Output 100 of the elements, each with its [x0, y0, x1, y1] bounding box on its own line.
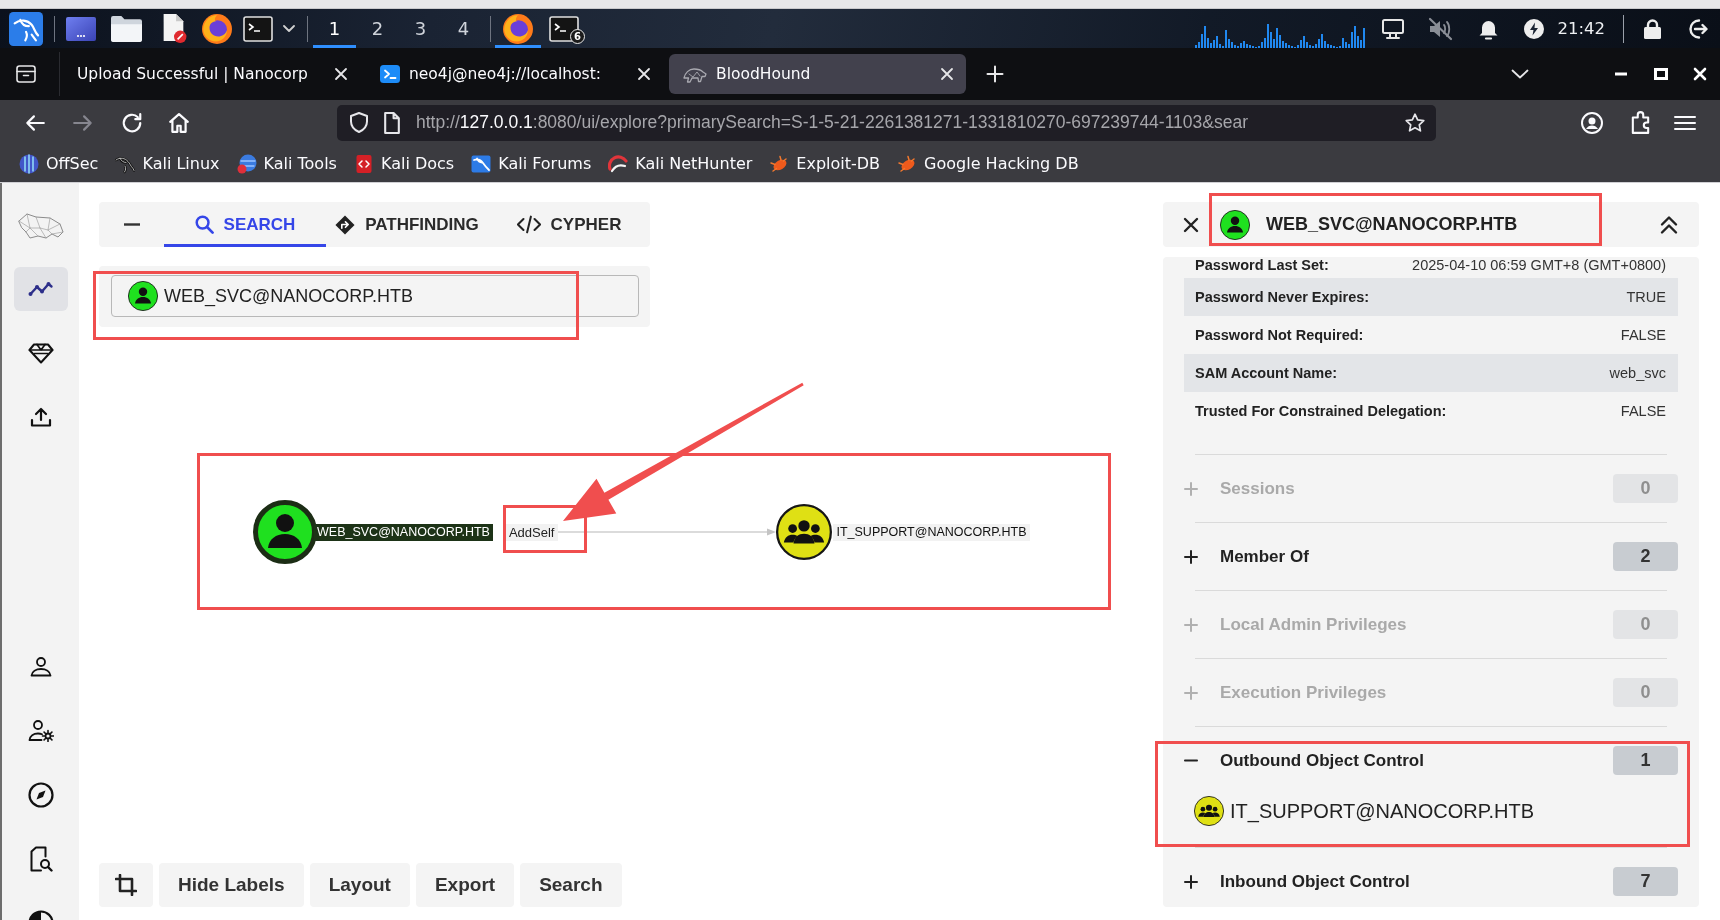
trend-line-icon — [27, 281, 54, 297]
archive-box-icon[interactable] — [16, 65, 36, 83]
section-title[interactable]: Outbound Object Control — [1220, 750, 1424, 771]
star-icon[interactable] — [1405, 112, 1425, 133]
plus-icon[interactable] — [1184, 874, 1198, 889]
lock-icon[interactable] — [1644, 18, 1661, 39]
code-icon — [516, 215, 541, 234]
home-icon[interactable] — [168, 111, 190, 134]
workspace-button[interactable]: 1 — [313, 9, 356, 48]
terminal-icon[interactable] — [243, 15, 273, 42]
count-badge: 1 — [1613, 746, 1678, 775]
toolbar-button[interactable] — [99, 863, 153, 907]
diamond-arrow-icon — [335, 214, 356, 235]
lightning-icon[interactable] — [1524, 18, 1545, 39]
node-name-link[interactable]: IT_SUPPORT@NANOCORP.HTB — [1230, 799, 1535, 823]
property-label: SAM Account Name: — [1195, 364, 1338, 382]
striped-circle-icon — [19, 153, 39, 174]
document-icon[interactable] — [161, 14, 187, 43]
count-badge: 0 — [1613, 610, 1678, 639]
section-title[interactable]: Inbound Object Control — [1220, 871, 1410, 892]
toolbar-button[interactable]: Export — [415, 863, 515, 907]
close-icon[interactable] — [1183, 216, 1199, 233]
gem-icon — [27, 342, 54, 364]
minus-icon[interactable] — [1184, 759, 1198, 762]
toolbar-button[interactable]: Hide Labels — [159, 863, 304, 907]
bookmark-link[interactable]: Kali Linux — [115, 153, 220, 174]
property-label: Password Never Expires: — [1195, 288, 1370, 306]
screen-icon[interactable] — [66, 16, 96, 41]
count-badge: 2 — [1613, 542, 1678, 571]
sidebar-button[interactable] — [13, 267, 68, 311]
search-tab[interactable]: PATHFINDING — [326, 202, 488, 247]
property-value: 2025-04-10 06:59 GMT+8 (GMT+0800) — [1412, 257, 1666, 274]
search-icon — [194, 215, 214, 234]
browser-tab[interactable]: BloodHound — [669, 54, 966, 94]
browser-tab[interactable]: neo4j@neo4j://localhost: — [366, 54, 663, 94]
count-badge: 0 — [1613, 678, 1678, 707]
reload-icon[interactable] — [121, 111, 143, 134]
person-icon — [29, 657, 52, 677]
toolbar-button[interactable]: Search — [520, 863, 622, 907]
folder-icon[interactable] — [111, 15, 142, 42]
puzzle-icon[interactable] — [1631, 111, 1650, 134]
muted-speaker-icon[interactable] — [1428, 16, 1454, 41]
user-icon — [1220, 209, 1250, 240]
bookmark-link[interactable]: Kali NetHunter — [608, 153, 753, 174]
page-icon[interactable] — [384, 111, 400, 134]
workspace-button[interactable]: 3 — [399, 9, 442, 48]
count-badge: 7 — [1613, 867, 1678, 896]
animal-outline-icon — [683, 65, 707, 83]
bug-icon — [769, 153, 790, 174]
bookmark-link[interactable]: Exploit-DB — [769, 153, 881, 174]
toolbar-button[interactable]: Layout — [309, 863, 410, 907]
node-label: WEB_SVC@NANOCORP.HTB — [314, 523, 493, 541]
browser-tab[interactable]: Upload Successful | Nanocorp — [63, 54, 360, 94]
search-field[interactable]: WEB_SVC@NANOCORP.HTB — [111, 275, 639, 317]
bookmark-link[interactable]: Kali Tools — [236, 153, 337, 174]
edge-label: AddSelf — [504, 523, 559, 541]
logout-icon[interactable] — [1686, 17, 1708, 40]
property-value: FALSE — [1620, 326, 1666, 344]
minus-icon[interactable] — [123, 223, 140, 226]
bookmark-link[interactable]: OffSec — [19, 153, 99, 174]
terminal-prompt-icon — [380, 65, 400, 83]
chevron-down-icon[interactable] — [1511, 69, 1529, 79]
compass-icon — [27, 782, 54, 808]
property-value: web_svc — [1609, 364, 1666, 382]
logo-tile-icon — [471, 153, 492, 174]
file-search-icon — [28, 846, 53, 872]
property-value: FALSE — [1620, 402, 1666, 420]
maximize-icon[interactable] — [1654, 68, 1668, 80]
entity-title: WEB_SVC@NANOCORP.HTB — [1266, 214, 1518, 235]
section-title[interactable]: Member Of — [1220, 546, 1309, 567]
bookmark-link[interactable]: Kali Forums — [471, 153, 592, 174]
shield-icon[interactable] — [350, 112, 368, 133]
minimize-icon[interactable] — [1615, 72, 1627, 76]
bookmark-link[interactable]: Google Hacking DB — [897, 153, 1079, 174]
workspace-button[interactable]: 4 — [442, 9, 485, 48]
chevrons-up-icon[interactable] — [1659, 214, 1679, 235]
workspace-button[interactable]: 2 — [356, 9, 399, 48]
mesh-logo-icon — [15, 210, 66, 241]
address-bar[interactable]: http://127.0.0.1:8080/ui/explore?primarySearch=S-1-5-21-2261381271-1331810270-697239744-1103&sear — [337, 104, 1436, 141]
monitor-icon[interactable] — [1382, 18, 1405, 39]
property-label: Password Last Set: — [1195, 257, 1329, 274]
browser-icon[interactable] — [202, 13, 232, 44]
upload-icon — [29, 407, 52, 427]
menu-icon[interactable] — [1674, 114, 1696, 131]
search-tab[interactable]: CYPHER — [488, 202, 650, 247]
search-tab[interactable]: SEARCH — [164, 202, 326, 247]
plus-icon[interactable] — [1184, 549, 1198, 564]
logo-tile-icon[interactable] — [9, 11, 43, 46]
node-label: IT_SUPPORT@NANOCORP.HTB — [833, 523, 1030, 541]
taskbar-window-button[interactable]: 6 — [541, 9, 587, 48]
user-node[interactable] — [253, 500, 317, 564]
group-node[interactable] — [776, 504, 833, 560]
browser-icon — [503, 13, 533, 44]
bookmark-link[interactable]: Kali Docs — [353, 153, 455, 174]
globe-icon — [236, 153, 257, 174]
bug-icon — [897, 153, 918, 174]
account-icon[interactable] — [1581, 111, 1603, 134]
count-badge: 0 — [1613, 474, 1678, 503]
caret-icon[interactable] — [283, 24, 295, 33]
arc-icon — [608, 153, 629, 174]
